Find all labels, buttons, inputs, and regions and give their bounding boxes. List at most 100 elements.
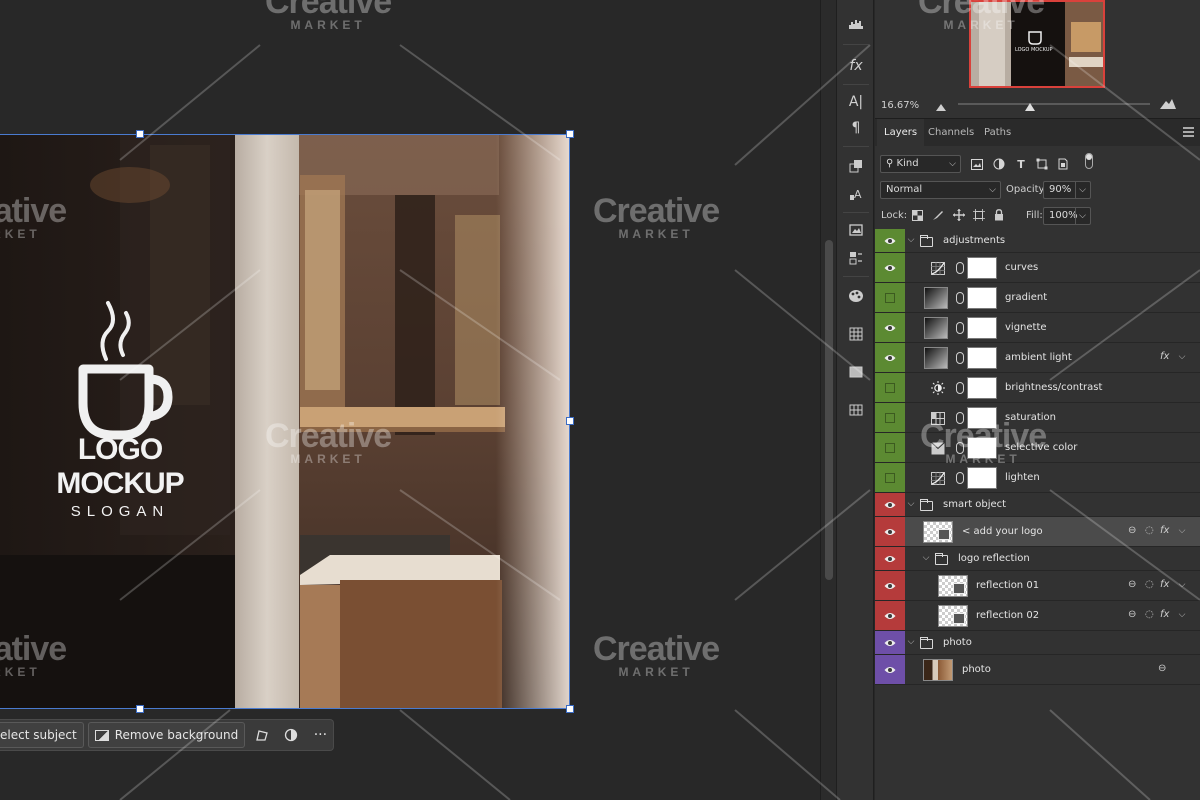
zoom-in-mountain-icon[interactable]: [1160, 98, 1176, 112]
lock-position-icon[interactable]: [952, 208, 966, 222]
link-icon[interactable]: ⊖: [1128, 609, 1136, 620]
fill-input[interactable]: 100% ⌵: [1043, 207, 1091, 225]
lock-artboard-icon[interactable]: [972, 208, 986, 222]
chevron-down-icon[interactable]: ⌵: [906, 235, 916, 245]
layer-mask-thumbnail[interactable]: [967, 377, 997, 399]
character-icon[interactable]: A|: [846, 92, 866, 112]
adjustments-panel-icon[interactable]: [846, 248, 866, 268]
chevron-down-icon[interactable]: ⌵: [906, 637, 916, 647]
layer-row-lighten[interactable]: lighten: [875, 463, 1200, 493]
transform-handle-bottom-right[interactable]: [566, 705, 574, 713]
swatches-palette-icon[interactable]: [846, 286, 866, 306]
eye-icon[interactable]: [884, 500, 896, 510]
layer-mask-thumbnail[interactable]: [967, 467, 997, 489]
layer-row-selective-color[interactable]: selective color: [875, 433, 1200, 463]
blend-mode-select[interactable]: Normal ⌵: [880, 181, 1001, 199]
transform-handle-top[interactable]: [136, 130, 144, 138]
chevron-down-icon[interactable]: ⌵: [906, 499, 916, 509]
patterns-icon[interactable]: [846, 400, 866, 420]
chain-link-icon[interactable]: [956, 412, 964, 424]
transform-handle-bottom[interactable]: [136, 705, 144, 713]
character-styles-icon[interactable]: [846, 156, 866, 176]
smart-filter-icon[interactable]: ◌: [1145, 579, 1154, 590]
visibility-toggle-off[interactable]: [885, 443, 895, 453]
layer-mask-thumbnail[interactable]: [967, 317, 997, 339]
smart-filter-icon[interactable]: ◌: [1145, 609, 1154, 620]
zoom-value[interactable]: 16.67%: [881, 100, 919, 111]
eye-icon[interactable]: [884, 611, 896, 621]
eye-icon[interactable]: [884, 638, 896, 648]
chevron-down-icon[interactable]: ⌵: [921, 553, 931, 563]
layer-row-saturation[interactable]: saturation: [875, 403, 1200, 433]
eye-icon[interactable]: [884, 323, 896, 333]
visibility-toggle-off[interactable]: [885, 473, 895, 483]
select-subject-button[interactable]: elect subject: [0, 722, 84, 748]
layer-row-ambient-light[interactable]: ambient light fx ⌵: [875, 343, 1200, 373]
panel-menu-icon[interactable]: [1183, 127, 1194, 137]
link-icon[interactable]: ⊖: [1128, 525, 1136, 536]
layer-effects-fx-icon[interactable]: fx: [1160, 525, 1169, 536]
layer-row-add-your-logo[interactable]: < add your logo ⊖ ◌ fx ⌵: [875, 517, 1200, 547]
navigator-thumbnail[interactable]: LOGO MOCKUP: [969, 0, 1105, 88]
transform-handle-top-right[interactable]: [566, 130, 574, 138]
layer-row-reflection-01[interactable]: reflection 01 ⊖ ◌ fx ⌵: [875, 571, 1200, 601]
filter-kind-select[interactable]: ⚲ Kind ⌵: [880, 155, 961, 173]
layer-row-curves[interactable]: curves: [875, 253, 1200, 283]
chain-link-icon[interactable]: [956, 322, 964, 334]
transform-icon[interactable]: [249, 722, 274, 748]
chain-link-icon[interactable]: [956, 382, 964, 394]
smart-filter-icon[interactable]: ◌: [1145, 525, 1154, 536]
layer-mask-thumbnail[interactable]: [967, 257, 997, 279]
lock-all-icon[interactable]: [992, 208, 1006, 222]
zoom-out-mountain-icon[interactable]: [936, 101, 946, 114]
layer-mask-thumbnail[interactable]: [967, 437, 997, 459]
chevron-down-icon[interactable]: ⌵: [1177, 610, 1187, 620]
layer-group-logo-reflection[interactable]: ⌵ logo reflection: [875, 547, 1200, 571]
filter-pixel-icon[interactable]: [970, 157, 984, 171]
layer-row-reflection-02[interactable]: reflection 02 ⊖ ◌ fx ⌵: [875, 601, 1200, 631]
libraries-icon[interactable]: [846, 220, 866, 240]
smart-object-thumbnail[interactable]: [938, 605, 968, 627]
mockup-photo[interactable]: LOGO MOCKUP SLOGAN: [0, 134, 570, 709]
paragraph-icon[interactable]: ¶: [846, 118, 866, 138]
eye-icon[interactable]: [884, 263, 896, 273]
filter-shape-icon[interactable]: [1035, 157, 1049, 171]
scrollbar-thumb[interactable]: [825, 240, 833, 580]
visibility-toggle-off[interactable]: [885, 413, 895, 423]
layer-group-photo[interactable]: ⌵ photo: [875, 631, 1200, 655]
visibility-toggle-off[interactable]: [885, 293, 895, 303]
chevron-down-icon[interactable]: ⌵: [1177, 352, 1187, 362]
layer-effects-fx-icon[interactable]: fx: [1160, 579, 1169, 590]
eye-icon[interactable]: [884, 554, 896, 564]
visibility-toggle-off[interactable]: [885, 383, 895, 393]
chain-link-icon[interactable]: [956, 472, 964, 484]
tab-paths[interactable]: Paths: [977, 119, 1018, 147]
paragraph-styles-icon[interactable]: A: [846, 184, 866, 204]
lock-transparent-pixels-icon[interactable]: [910, 208, 924, 222]
remove-background-button[interactable]: Remove background: [87, 722, 246, 748]
eye-icon[interactable]: [884, 353, 896, 363]
smart-object-thumbnail[interactable]: [938, 575, 968, 597]
link-icon[interactable]: ⊖: [1158, 663, 1166, 674]
chain-link-icon[interactable]: [956, 352, 964, 364]
zoom-slider-track[interactable]: [958, 103, 1150, 105]
swatches-grid-icon[interactable]: [846, 324, 866, 344]
gradient-fill-thumbnail[interactable]: [924, 317, 948, 339]
layer-group-adjustments[interactable]: ⌵ adjustments: [875, 229, 1200, 253]
layer-mask-thumbnail[interactable]: [967, 287, 997, 309]
filter-type-icon[interactable]: T: [1014, 157, 1028, 171]
layer-effects-fx-icon[interactable]: fx: [1160, 609, 1169, 620]
eye-icon[interactable]: [884, 581, 896, 591]
filter-adjustment-icon[interactable]: [992, 157, 1006, 171]
opacity-input[interactable]: 90% ⌵: [1043, 181, 1091, 199]
eye-icon[interactable]: [884, 236, 896, 246]
layer-row-vignette[interactable]: vignette: [875, 313, 1200, 343]
chain-link-icon[interactable]: [956, 262, 964, 274]
tab-layers[interactable]: Layers: [877, 119, 925, 147]
histogram-icon[interactable]: [846, 14, 866, 34]
link-icon[interactable]: ⊖: [1128, 579, 1136, 590]
gradient-fill-thumbnail[interactable]: [924, 287, 948, 309]
chevron-down-icon[interactable]: ⌵: [1177, 580, 1187, 590]
chain-link-icon[interactable]: [956, 442, 964, 454]
more-options-icon[interactable]: ···: [308, 722, 333, 748]
